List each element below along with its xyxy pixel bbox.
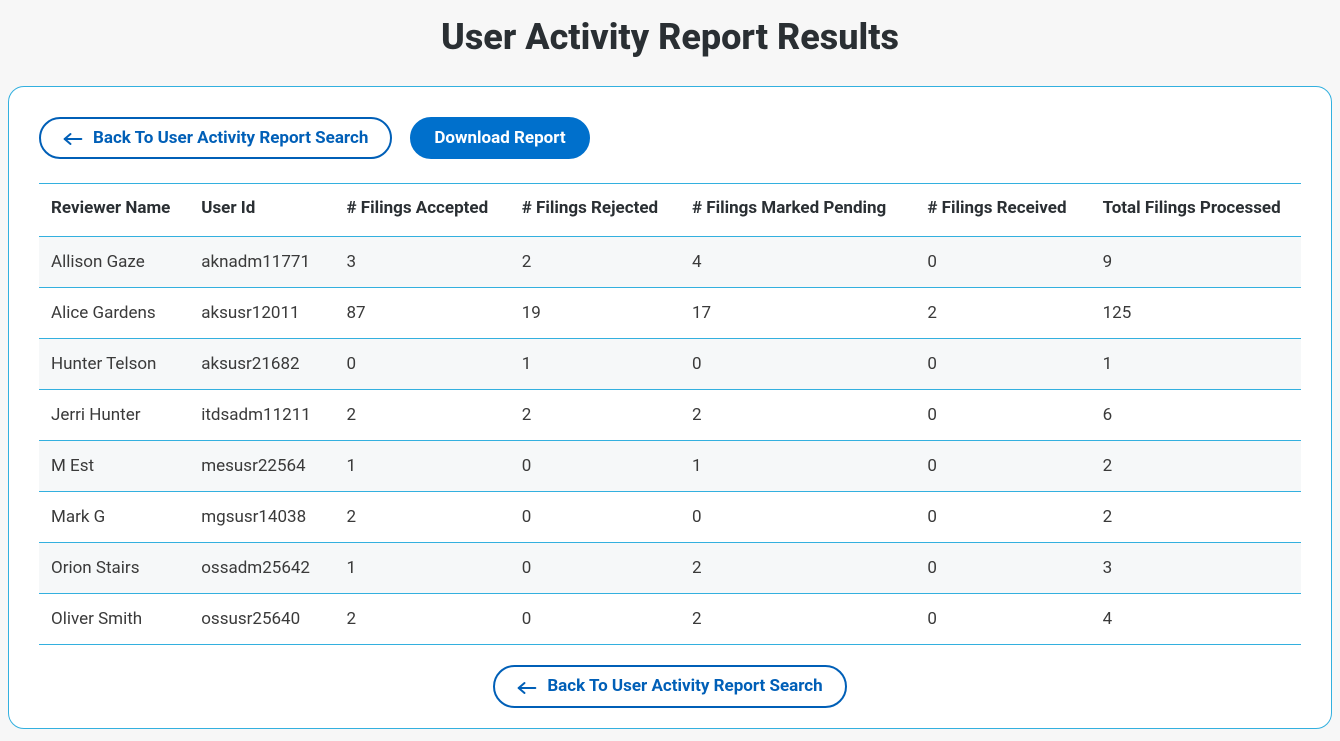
- page-title: User Activity Report Results: [0, 16, 1340, 58]
- cell-received: 0: [915, 594, 1090, 645]
- col-filings-accepted: # Filings Accepted: [334, 184, 509, 237]
- cell-accepted: 87: [334, 288, 509, 339]
- cell-accepted: 0: [334, 339, 509, 390]
- cell-user-id: ossadm25642: [189, 543, 334, 594]
- footer-back-to-search-button[interactable]: Back To User Activity Report Search: [493, 665, 846, 707]
- cell-user-id: aksusr21682: [189, 339, 334, 390]
- cell-pending: 1: [680, 441, 915, 492]
- cell-pending: 4: [680, 237, 915, 288]
- cell-rejected: 0: [510, 543, 680, 594]
- cell-rejected: 19: [510, 288, 680, 339]
- cell-rejected: 0: [510, 594, 680, 645]
- cell-reviewer-name: M Est: [39, 441, 189, 492]
- col-total-processed: Total Filings Processed: [1091, 184, 1301, 237]
- cell-accepted: 1: [334, 441, 509, 492]
- table-row: Mark Gmgsusr1403820002: [39, 492, 1301, 543]
- cell-total: 1: [1091, 339, 1301, 390]
- cell-accepted: 2: [334, 390, 509, 441]
- table-row: Jerri Hunteritdsadm1121122206: [39, 390, 1301, 441]
- col-filings-rejected: # Filings Rejected: [510, 184, 680, 237]
- cell-user-id: aksusr12011: [189, 288, 334, 339]
- cell-reviewer-name: Mark G: [39, 492, 189, 543]
- arrow-left-icon: [517, 680, 537, 694]
- table-row: Oliver Smithossusr2564020204: [39, 594, 1301, 645]
- cell-received: 0: [915, 492, 1090, 543]
- back-to-search-button[interactable]: Back To User Activity Report Search: [39, 117, 392, 159]
- cell-reviewer-name: Hunter Telson: [39, 339, 189, 390]
- cell-rejected: 0: [510, 441, 680, 492]
- col-user-id: User Id: [189, 184, 334, 237]
- cell-rejected: 2: [510, 390, 680, 441]
- cell-total: 125: [1091, 288, 1301, 339]
- table-row: Alice Gardensaksusr120118719172125: [39, 288, 1301, 339]
- cell-pending: 17: [680, 288, 915, 339]
- download-button-label: Download Report: [434, 128, 565, 148]
- table-row: Orion Stairsossadm2564210203: [39, 543, 1301, 594]
- cell-pending: 0: [680, 492, 915, 543]
- cell-reviewer-name: Allison Gaze: [39, 237, 189, 288]
- cell-accepted: 2: [334, 594, 509, 645]
- cell-total: 4: [1091, 594, 1301, 645]
- cell-rejected: 2: [510, 237, 680, 288]
- col-filings-received: # Filings Received: [915, 184, 1090, 237]
- cell-received: 0: [915, 543, 1090, 594]
- table-row: Allison Gazeaknadm1177132409: [39, 237, 1301, 288]
- cell-user-id: mgsusr14038: [189, 492, 334, 543]
- table-row: M Estmesusr2256410102: [39, 441, 1301, 492]
- cell-pending: 2: [680, 390, 915, 441]
- cell-received: 0: [915, 441, 1090, 492]
- cell-reviewer-name: Alice Gardens: [39, 288, 189, 339]
- cell-rejected: 1: [510, 339, 680, 390]
- cell-total: 3: [1091, 543, 1301, 594]
- results-panel: Back To User Activity Report Search Down…: [8, 86, 1332, 729]
- footer-back-button-label: Back To User Activity Report Search: [547, 676, 822, 696]
- cell-pending: 0: [680, 339, 915, 390]
- cell-received: 2: [915, 288, 1090, 339]
- cell-accepted: 3: [334, 237, 509, 288]
- results-table: Reviewer Name User Id # Filings Accepted…: [39, 183, 1301, 645]
- col-filings-pending: # Filings Marked Pending: [680, 184, 915, 237]
- download-report-button[interactable]: Download Report: [410, 117, 589, 159]
- cell-total: 9: [1091, 237, 1301, 288]
- table-header-row: Reviewer Name User Id # Filings Accepted…: [39, 184, 1301, 237]
- cell-total: 2: [1091, 441, 1301, 492]
- back-button-label: Back To User Activity Report Search: [93, 128, 368, 148]
- cell-total: 2: [1091, 492, 1301, 543]
- cell-total: 6: [1091, 390, 1301, 441]
- action-row: Back To User Activity Report Search Down…: [39, 117, 1301, 159]
- cell-accepted: 1: [334, 543, 509, 594]
- cell-rejected: 0: [510, 492, 680, 543]
- cell-received: 0: [915, 237, 1090, 288]
- footer-action-row: Back To User Activity Report Search: [39, 645, 1301, 707]
- cell-user-id: itdsadm11211: [189, 390, 334, 441]
- cell-user-id: mesusr22564: [189, 441, 334, 492]
- arrow-left-icon: [63, 131, 83, 145]
- cell-received: 0: [915, 390, 1090, 441]
- cell-user-id: aknadm11771: [189, 237, 334, 288]
- cell-reviewer-name: Orion Stairs: [39, 543, 189, 594]
- cell-reviewer-name: Jerri Hunter: [39, 390, 189, 441]
- cell-user-id: ossusr25640: [189, 594, 334, 645]
- cell-pending: 2: [680, 543, 915, 594]
- cell-accepted: 2: [334, 492, 509, 543]
- table-row: Hunter Telsonaksusr2168201001: [39, 339, 1301, 390]
- col-reviewer-name: Reviewer Name: [39, 184, 189, 237]
- cell-received: 0: [915, 339, 1090, 390]
- cell-pending: 2: [680, 594, 915, 645]
- cell-reviewer-name: Oliver Smith: [39, 594, 189, 645]
